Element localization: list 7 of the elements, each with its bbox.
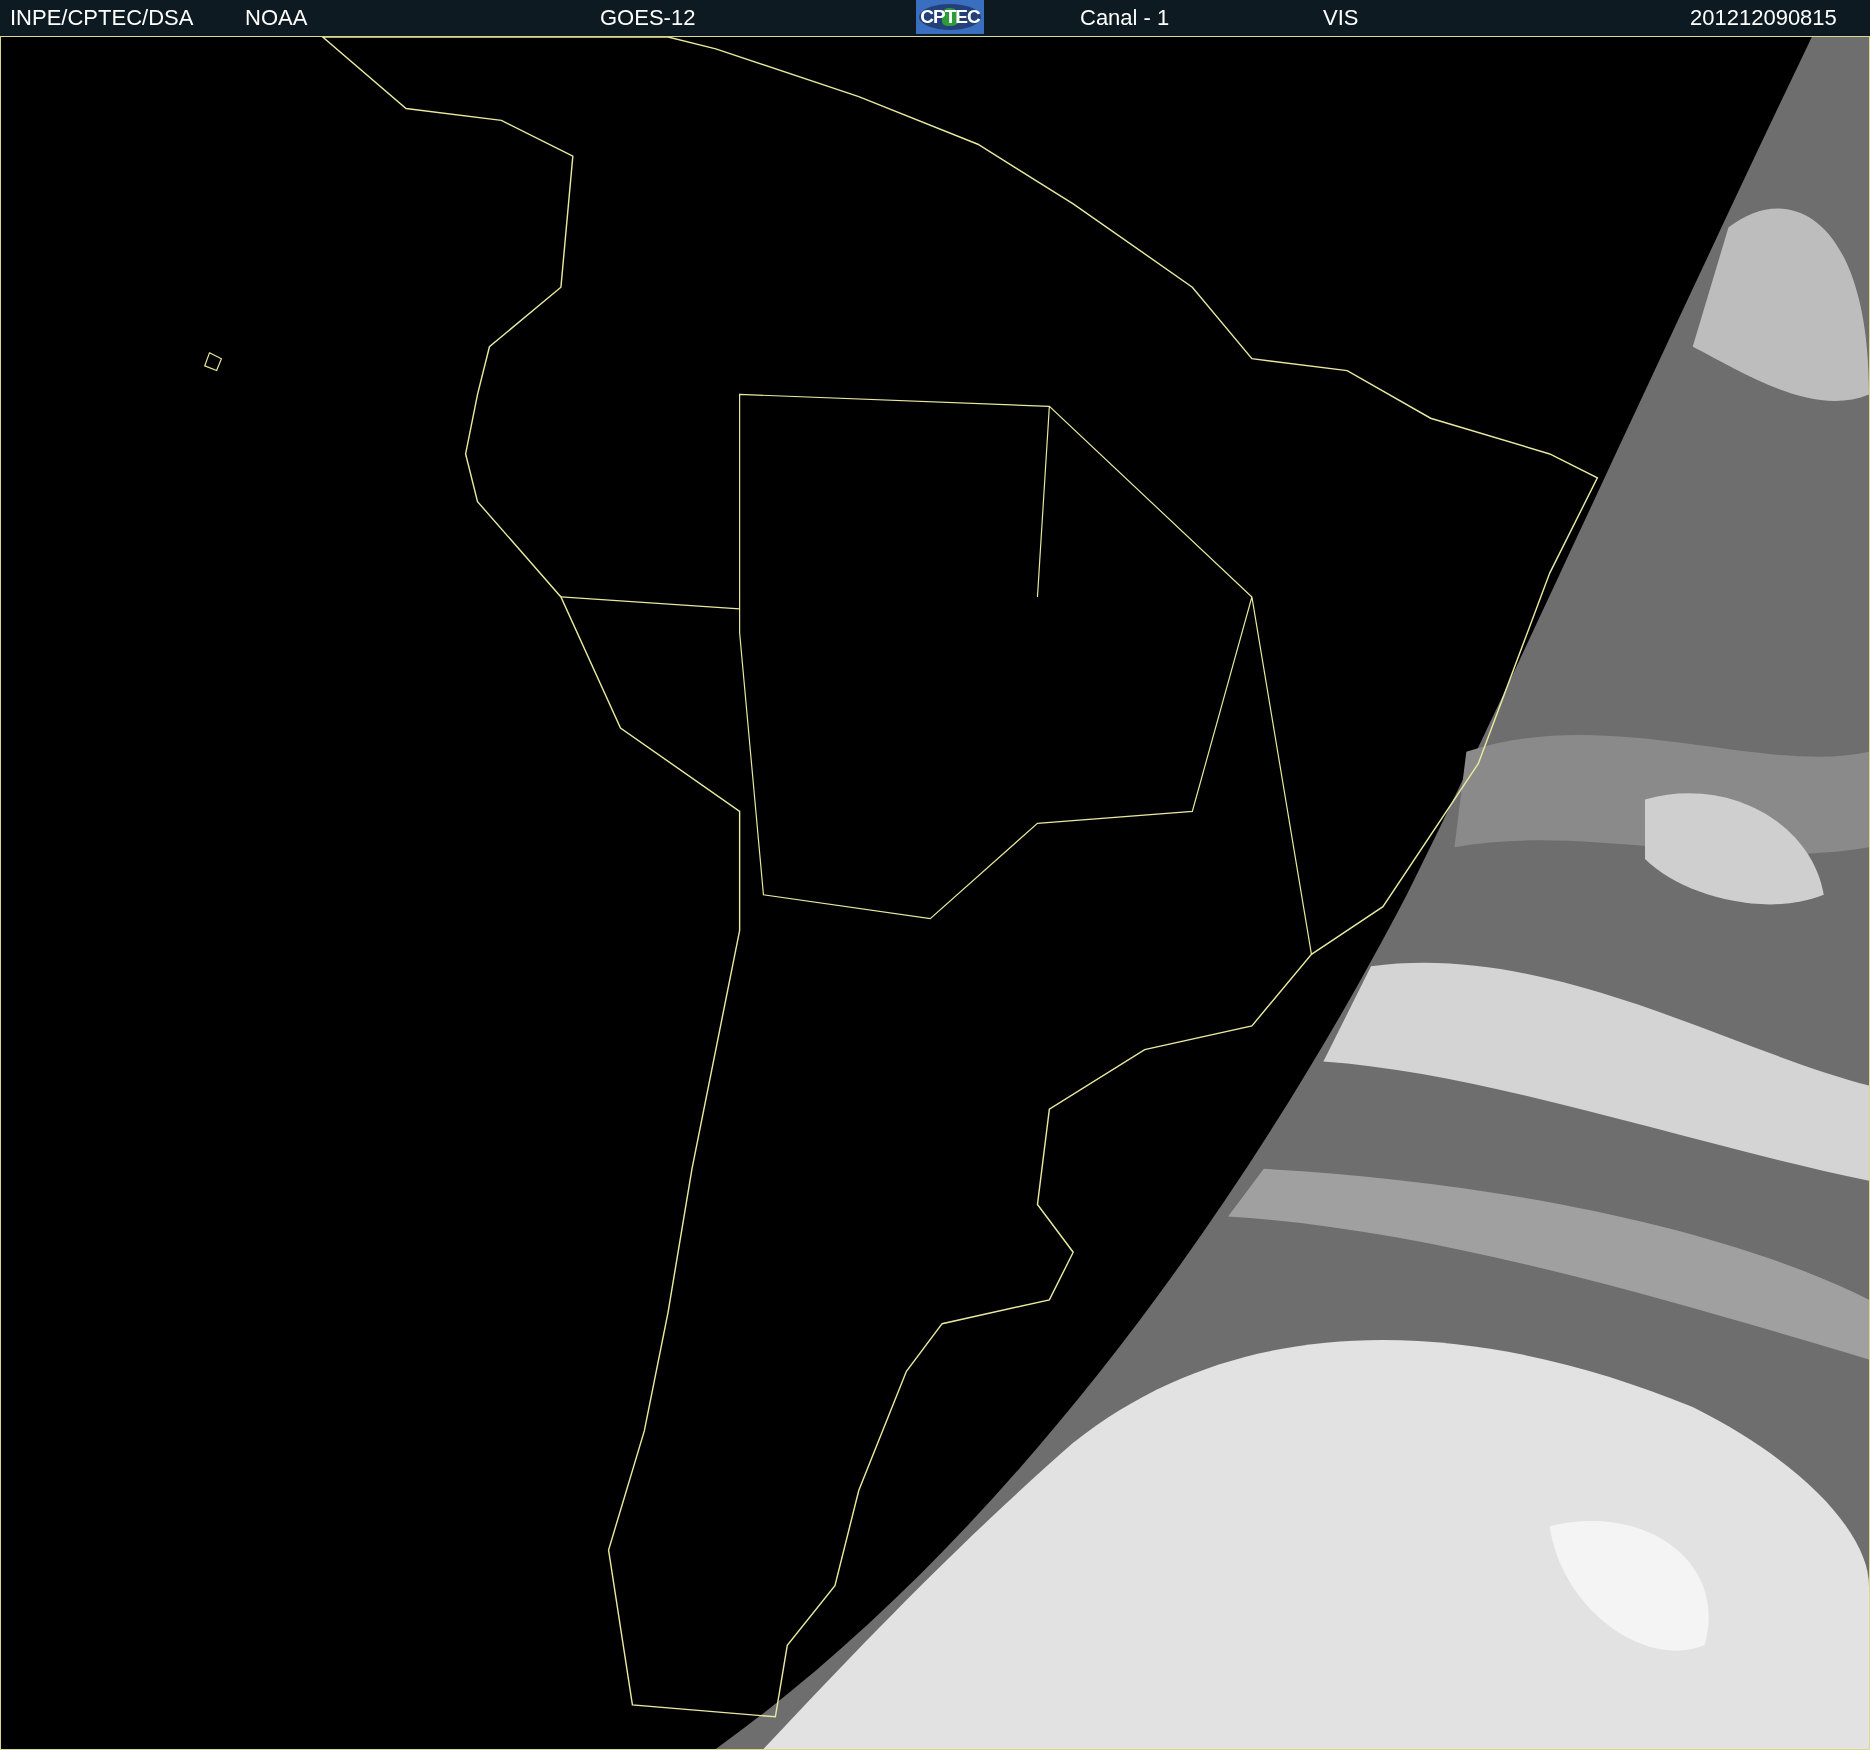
- header-label: Canal - 1: [1080, 6, 1170, 30]
- header-label: INPE/CPTEC/DSA: [10, 6, 194, 30]
- timestamp: 201212090815: [1690, 6, 1837, 30]
- header-label: NOAA: [245, 6, 308, 30]
- header-label: GOES-12: [600, 6, 696, 30]
- logo: CPTEC: [916, 0, 984, 34]
- header-label: VIS: [1323, 6, 1359, 30]
